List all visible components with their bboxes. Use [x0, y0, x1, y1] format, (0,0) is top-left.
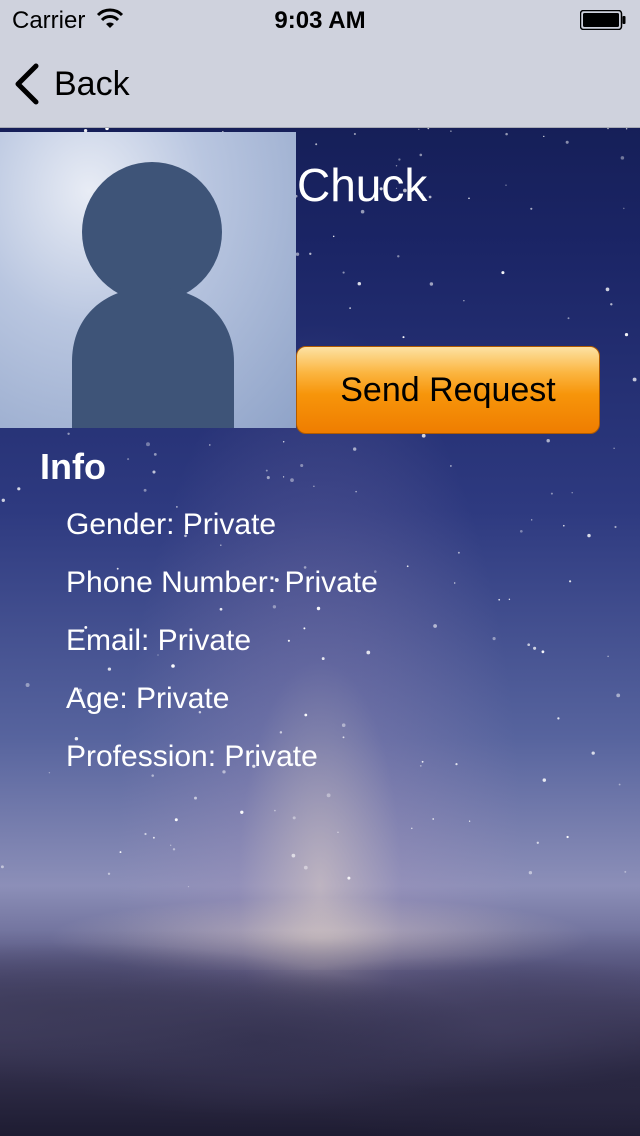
screen: Carrier 9:03 AM Back Chuck Send Request …: [0, 0, 640, 1136]
back-chevron-icon: [15, 63, 39, 105]
send-request-button[interactable]: Send Request: [296, 346, 600, 434]
info-phone-number: Phone Number: Private: [66, 566, 378, 599]
info-age: Age: Private: [66, 682, 230, 715]
info-gender: Gender: Private: [66, 508, 277, 541]
battery-icon: [580, 10, 626, 30]
info-heading: Info: [40, 446, 106, 487]
profile-name: Chuck: [297, 159, 428, 211]
info-profession: Profession: Private: [66, 740, 318, 773]
send-request-label: Send Request: [340, 370, 556, 409]
info-list: Gender: Private Phone Number: Private Em…: [66, 506, 378, 796]
info-email: Email: Private: [66, 624, 252, 657]
back-label: Back: [54, 64, 130, 103]
status-time: 9:03 AM: [274, 7, 366, 34]
status-bar: Carrier 9:03 AM: [0, 0, 640, 40]
avatar: [0, 132, 296, 428]
person-silhouette-icon: [72, 162, 234, 428]
back-button[interactable]: Back: [12, 60, 130, 108]
cloud-layer: [0, 930, 640, 1136]
navigation-bar: Back: [0, 40, 640, 128]
